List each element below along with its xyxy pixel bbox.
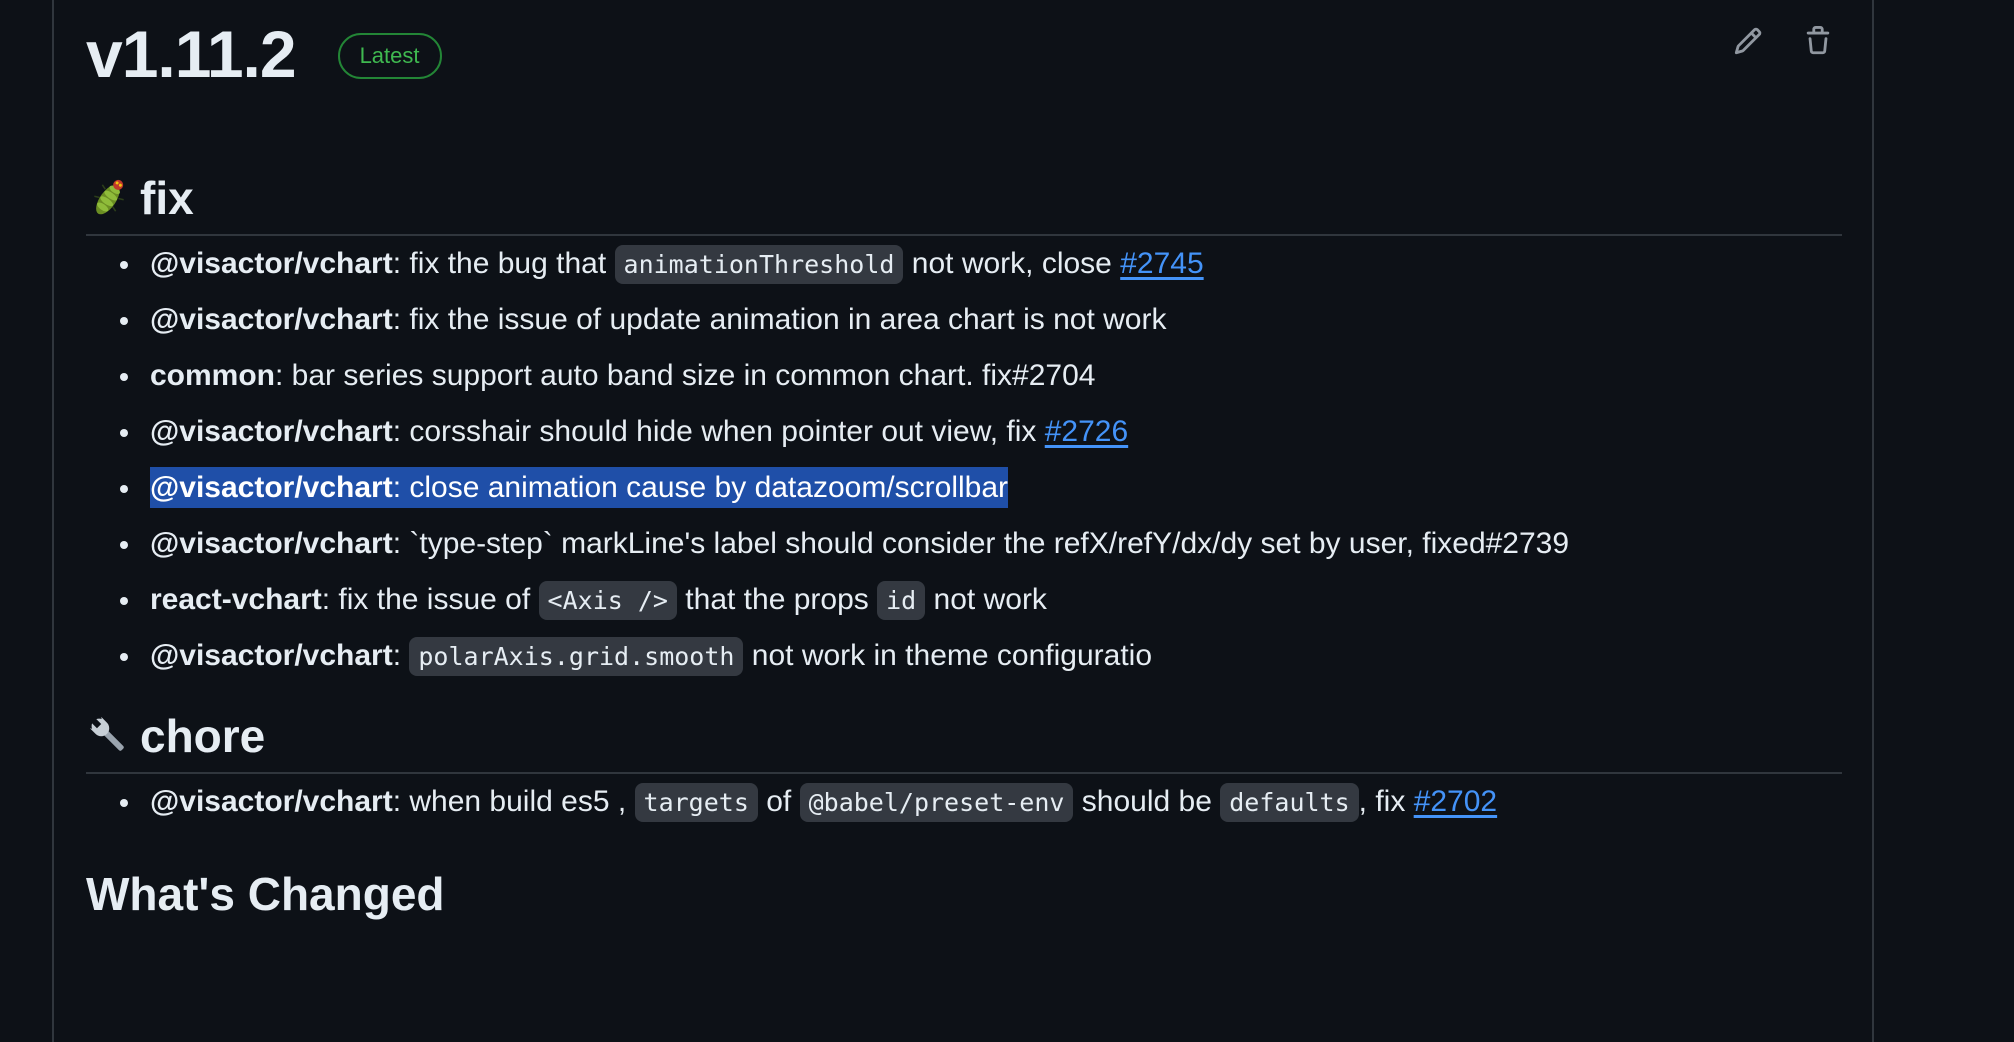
issue-link[interactable]: #2726 bbox=[1045, 415, 1128, 448]
item-text: : fix the issue of bbox=[321, 583, 539, 616]
item-scope: react-vchart bbox=[150, 583, 322, 616]
inline-code: defaults bbox=[1220, 783, 1359, 822]
item-text: : bar series support auto band size in c… bbox=[275, 359, 1096, 392]
item-text: : fix the bug that bbox=[392, 247, 615, 280]
inline-code: targets bbox=[634, 783, 758, 822]
item-scope: @visactor/vchart bbox=[150, 247, 393, 280]
list-item: react-vchart: fix the issue of <Axis /> … bbox=[86, 572, 1842, 628]
chore-heading: chore bbox=[86, 700, 1842, 774]
bug-emoji-icon bbox=[86, 175, 132, 221]
item-scope: @visactor/vchart bbox=[150, 639, 393, 672]
release-header: v1.11.2 Latest bbox=[86, 16, 442, 92]
item-scope: @visactor/vchart bbox=[150, 471, 393, 504]
whats-changed-heading: What's Changed bbox=[86, 868, 445, 920]
inline-code: animationThreshold bbox=[614, 245, 904, 284]
item-text: that the props bbox=[676, 583, 878, 616]
trash-icon bbox=[1806, 26, 1830, 55]
list-item: @visactor/vchart: fix the issue of updat… bbox=[86, 292, 1842, 348]
list-item: @visactor/vchart: polarAxis.grid.smooth … bbox=[86, 628, 1842, 684]
item-scope: @visactor/vchart bbox=[150, 785, 393, 818]
release-page: v1.11.2 Latest fix @visactor/vchart: fix… bbox=[0, 0, 2014, 1042]
item-text: : fix the issue of update animation in a… bbox=[392, 303, 1167, 336]
release-notes: fix @visactor/vchart: fix the bug that a… bbox=[86, 162, 1842, 924]
wrench-emoji-icon bbox=[86, 713, 132, 759]
release-title[interactable]: v1.11.2 bbox=[86, 16, 297, 92]
item-text: not work bbox=[925, 583, 1047, 616]
inline-code: @babel/preset-env bbox=[799, 783, 1074, 822]
item-text: : bbox=[392, 639, 410, 672]
fix-heading: fix bbox=[86, 162, 1842, 236]
item-scope: @visactor/vchart bbox=[150, 303, 393, 336]
release-card: v1.11.2 Latest fix @visactor/vchart: fix… bbox=[52, 0, 1874, 1042]
latest-badge: Latest bbox=[337, 33, 442, 79]
list-item: common: bar series support auto band siz… bbox=[86, 348, 1842, 404]
delete-button[interactable] bbox=[1802, 24, 1834, 58]
item-text: : corsshair should hide when pointer out… bbox=[392, 415, 1045, 448]
item-text: should be bbox=[1073, 785, 1221, 818]
list-item: @visactor/vchart: corsshair should hide … bbox=[86, 404, 1842, 460]
item-text: of bbox=[757, 785, 800, 818]
item-text: not work, close bbox=[903, 247, 1121, 280]
chore-heading-text: chore bbox=[140, 710, 266, 762]
list-item: @visactor/vchart: `type-step` markLine's… bbox=[86, 516, 1842, 572]
pencil-icon bbox=[1734, 27, 1762, 55]
item-text: not work in theme configuratio bbox=[743, 639, 1152, 672]
item-scope: common bbox=[150, 359, 276, 392]
edit-button[interactable] bbox=[1732, 24, 1764, 58]
fix-heading-text: fix bbox=[140, 172, 194, 224]
issue-link[interactable]: #2702 bbox=[1414, 785, 1497, 818]
item-text: : close animation cause by datazoom/scro… bbox=[392, 471, 1009, 504]
chore-list: @visactor/vchart: when build es5 , targe… bbox=[86, 774, 1842, 830]
release-actions bbox=[1732, 24, 1834, 58]
inline-code: id bbox=[877, 581, 926, 620]
item-scope: @visactor/vchart bbox=[150, 415, 393, 448]
item-text: : when build es5 , bbox=[392, 785, 635, 818]
item-text: , fix bbox=[1358, 785, 1414, 818]
fix-list: @visactor/vchart: fix the bug that anima… bbox=[86, 236, 1842, 684]
item-text: : `type-step` markLine's label should co… bbox=[392, 527, 1570, 560]
text-selection: @visactor/vchart: close animation cause … bbox=[150, 467, 1009, 508]
list-item: @visactor/vchart: fix the bug that anima… bbox=[86, 236, 1842, 292]
list-item-selected: @visactor/vchart: close animation cause … bbox=[86, 460, 1842, 516]
list-item: @visactor/vchart: when build es5 , targe… bbox=[86, 774, 1842, 830]
inline-code: polarAxis.grid.smooth bbox=[409, 637, 744, 676]
issue-link[interactable]: #2745 bbox=[1120, 247, 1203, 280]
item-scope: @visactor/vchart bbox=[150, 527, 393, 560]
inline-code: <Axis /> bbox=[538, 581, 677, 620]
